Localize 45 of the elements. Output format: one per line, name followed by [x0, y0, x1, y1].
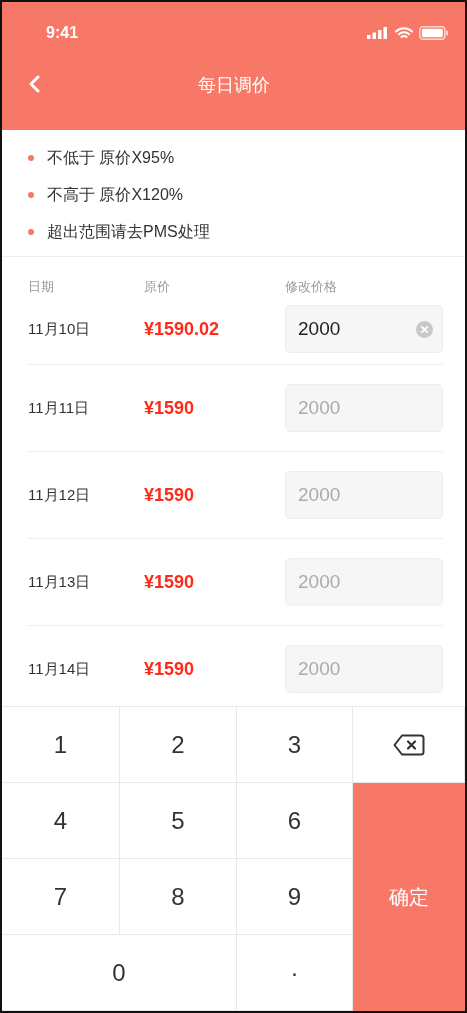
price-input[interactable]: 2000 — [285, 384, 443, 432]
wifi-icon — [395, 26, 413, 40]
price-text: ¥1590.02 — [144, 318, 221, 340]
backspace-icon — [392, 733, 425, 756]
bullet-dot — [28, 229, 34, 235]
number-key[interactable]: 4 — [2, 783, 120, 859]
status-time: 9:41 — [46, 24, 79, 42]
price-text: ¥1590 — [144, 571, 196, 593]
number-key[interactable]: 9 — [237, 859, 353, 935]
backspace-key[interactable] — [353, 707, 465, 783]
date-text: 11月12日 — [28, 485, 92, 505]
price-input[interactable]: 2000 — [285, 558, 443, 606]
back-button[interactable] — [28, 75, 40, 93]
number-key[interactable]: 7 — [2, 859, 120, 935]
price-text: ¥1590 — [144, 658, 196, 680]
price-input[interactable]: 2000 — [285, 305, 443, 353]
number-key[interactable]: 8 — [120, 859, 237, 935]
battery-icon — [419, 26, 449, 40]
price-text: ¥1590 — [144, 484, 196, 506]
bullet-dot — [28, 192, 34, 198]
number-key[interactable]: · — [237, 935, 353, 1011]
column-header: 原价 — [144, 278, 171, 296]
bullet-dot — [28, 155, 34, 161]
rule-text: 不低于 原价X95% — [47, 147, 175, 168]
price-input[interactable]: 2000 — [285, 645, 443, 693]
date-text: 11月13日 — [28, 572, 92, 592]
date-text: 11月14日 — [28, 659, 92, 679]
date-text: 11月10日 — [28, 319, 92, 339]
chevron-left-icon — [28, 75, 40, 93]
signal-icon — [367, 27, 389, 39]
column-header: 修改价格 — [285, 278, 338, 296]
number-key[interactable]: 2 — [120, 707, 237, 783]
number-key[interactable]: 3 — [237, 707, 353, 783]
price-input[interactable]: 2000 — [285, 471, 443, 519]
number-key[interactable]: 1 — [2, 707, 120, 783]
date-text: 11月11日 — [28, 398, 91, 418]
clear-icon[interactable] — [416, 320, 433, 338]
number-key[interactable]: 5 — [120, 783, 237, 859]
page-title: 每日调价 — [197, 74, 270, 97]
column-header: 日期 — [28, 278, 55, 296]
rule-text: 超出范围请去PMS处理 — [47, 221, 210, 242]
number-key[interactable]: 6 — [237, 783, 353, 859]
price-text: ¥1590 — [144, 397, 196, 419]
number-key[interactable]: 0 — [2, 935, 237, 1011]
rule-text: 不高于 原价X120% — [47, 184, 184, 205]
